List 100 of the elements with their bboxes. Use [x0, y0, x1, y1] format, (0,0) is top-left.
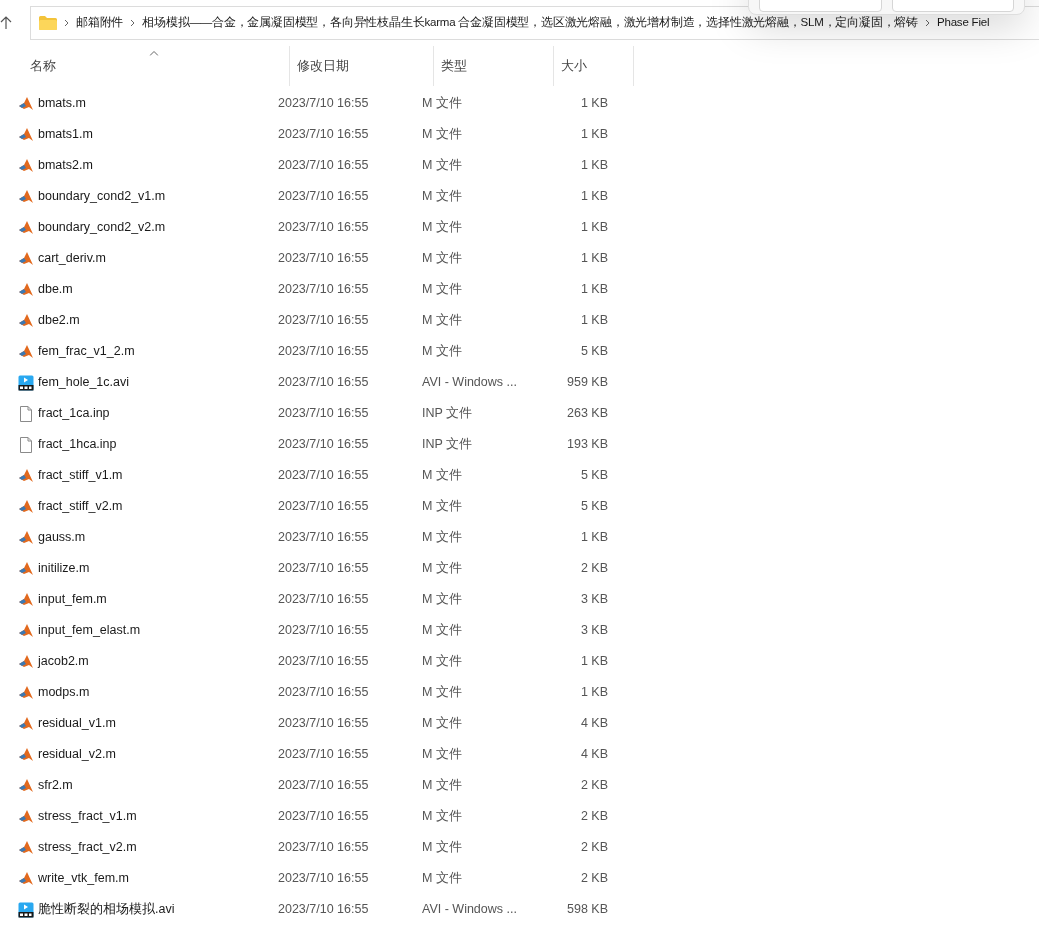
- file-name[interactable]: cart_deriv.m: [38, 249, 106, 268]
- file-type: M 文件: [422, 126, 463, 144]
- modified-date: 2023/7/10 16:55: [278, 529, 370, 547]
- file-size: 193 KB: [566, 436, 608, 454]
- modified-date: 2023/7/10 16:55: [278, 498, 370, 516]
- peak-icon: [18, 653, 34, 670]
- file-name[interactable]: dbe.m: [38, 280, 73, 299]
- file-type: INP 文件: [422, 405, 474, 423]
- peak-icon: [18, 839, 34, 856]
- breadcrumb-chevron-icon: [64, 19, 69, 27]
- file-name[interactable]: fract_1hca.inp: [38, 435, 117, 454]
- file-name[interactable]: fem_frac_v1_2.m: [38, 342, 135, 361]
- peak-icon: [18, 188, 34, 205]
- file-size: 263 KB: [566, 405, 608, 423]
- modified-date: 2023/7/10 16:55: [278, 560, 370, 578]
- file-size: 1 KB: [579, 95, 608, 113]
- peak-icon: [18, 219, 34, 236]
- file-type: M 文件: [422, 870, 463, 888]
- file-name[interactable]: gauss.m: [38, 528, 86, 547]
- folder-icon: [39, 16, 57, 30]
- column-header[interactable]: 类型: [434, 46, 554, 86]
- file-type: M 文件: [422, 281, 463, 299]
- breadcrumb-item[interactable]: Phase Fiel: [937, 14, 990, 32]
- file-size: 5 KB: [579, 467, 608, 485]
- file-type: AVI - Windows ...: [422, 901, 518, 919]
- column-header[interactable]: 修改日期: [290, 46, 434, 86]
- modified-date: 2023/7/10 16:55: [278, 870, 370, 888]
- file-size: 1 KB: [579, 281, 608, 299]
- file-name[interactable]: initilize.m: [38, 559, 90, 578]
- file-type: M 文件: [422, 591, 463, 609]
- file-name[interactable]: write_vtk_fem.m: [38, 869, 129, 888]
- file-type: M 文件: [422, 653, 463, 671]
- file-size: 1 KB: [579, 219, 608, 237]
- file-name[interactable]: fract_1ca.inp: [38, 404, 110, 423]
- breadcrumb-item[interactable]: 邮箱附件: [76, 14, 124, 32]
- breadcrumb-item[interactable]: 相场模拟——合金，金属凝固模型，各向异性枝晶生长karma 合金凝固模型，选区激光熔融，激光增材制造，选择性激光熔融，SLM，定向凝固，熔铸: [142, 14, 918, 32]
- modified-date: 2023/7/10 16:55: [278, 808, 370, 826]
- file-name[interactable]: bmats.m: [38, 94, 86, 113]
- sort-caret-icon: [149, 51, 158, 56]
- file-type: M 文件: [422, 777, 463, 795]
- file-type: M 文件: [422, 746, 463, 764]
- modified-date: 2023/7/10 16:55: [278, 126, 370, 144]
- file-name[interactable]: bmats2.m: [38, 156, 93, 175]
- file-size: 1 KB: [579, 653, 608, 671]
- file-size: 959 KB: [566, 374, 608, 392]
- video-file-icon: [18, 374, 34, 391]
- peak-icon: [18, 467, 34, 484]
- file-type: M 文件: [422, 188, 463, 206]
- file-name[interactable]: stress_fract_v1.m: [38, 807, 137, 826]
- file-name[interactable]: stress_fract_v2.m: [38, 838, 137, 857]
- file-name[interactable]: 脆性断裂的相场模拟.avi: [38, 900, 175, 919]
- file-name[interactable]: fract_stiff_v2.m: [38, 497, 123, 516]
- peak-icon: [18, 126, 34, 143]
- file-name[interactable]: bmats1.m: [38, 125, 93, 144]
- file-type: M 文件: [422, 808, 463, 826]
- file-type: INP 文件: [422, 436, 474, 454]
- file-name[interactable]: dbe2.m: [38, 311, 80, 330]
- peak-icon: [18, 591, 34, 608]
- file-name[interactable]: residual_v2.m: [38, 745, 116, 764]
- peak-icon: [18, 808, 34, 825]
- file-icon: [19, 405, 33, 422]
- file-icon: [19, 436, 33, 453]
- file-name[interactable]: jacob2.m: [38, 652, 89, 671]
- file-name[interactable]: boundary_cond2_v1.m: [38, 187, 166, 206]
- peak-icon: [18, 343, 34, 360]
- file-name[interactable]: input_fem.m: [38, 590, 107, 609]
- peak-icon: [18, 157, 34, 174]
- modified-date: 2023/7/10 16:55: [278, 374, 370, 392]
- modified-date: 2023/7/10 16:55: [278, 95, 370, 113]
- file-name[interactable]: input_fem_elast.m: [38, 621, 141, 640]
- file-size: 1 KB: [579, 126, 608, 144]
- file-name[interactable]: boundary_cond2_v2.m: [38, 218, 166, 237]
- file-size: 2 KB: [579, 808, 608, 826]
- file-type: M 文件: [422, 622, 463, 640]
- column-header[interactable]: 大小: [554, 46, 634, 86]
- file-size: 1 KB: [579, 684, 608, 702]
- breadcrumb-chevron-icon: [925, 19, 930, 27]
- modified-date: 2023/7/10 16:55: [278, 188, 370, 206]
- file-name[interactable]: fract_stiff_v1.m: [38, 466, 123, 485]
- breadcrumb-chevron-icon: [130, 19, 136, 27]
- up-arrow-icon[interactable]: [0, 16, 12, 30]
- file-type: M 文件: [422, 157, 463, 175]
- file-size: 5 KB: [579, 343, 608, 361]
- modified-date: 2023/7/10 16:55: [278, 281, 370, 299]
- file-type: M 文件: [422, 312, 463, 330]
- peak-icon: [18, 250, 34, 267]
- modified-date: 2023/7/10 16:55: [278, 653, 370, 671]
- column-header[interactable]: 名称: [18, 46, 290, 86]
- peak-icon: [18, 684, 34, 701]
- file-type: M 文件: [422, 343, 463, 361]
- peak-icon: [18, 622, 34, 639]
- file-size: 2 KB: [579, 839, 608, 857]
- file-name[interactable]: sfr2.m: [38, 776, 73, 795]
- modified-date: 2023/7/10 16:55: [278, 715, 370, 733]
- file-type: M 文件: [422, 250, 463, 268]
- peak-icon: [18, 746, 34, 763]
- file-size: 5 KB: [579, 498, 608, 516]
- file-name[interactable]: modps.m: [38, 683, 90, 702]
- file-name[interactable]: fem_hole_1c.avi: [38, 373, 130, 392]
- file-name[interactable]: residual_v1.m: [38, 714, 116, 733]
